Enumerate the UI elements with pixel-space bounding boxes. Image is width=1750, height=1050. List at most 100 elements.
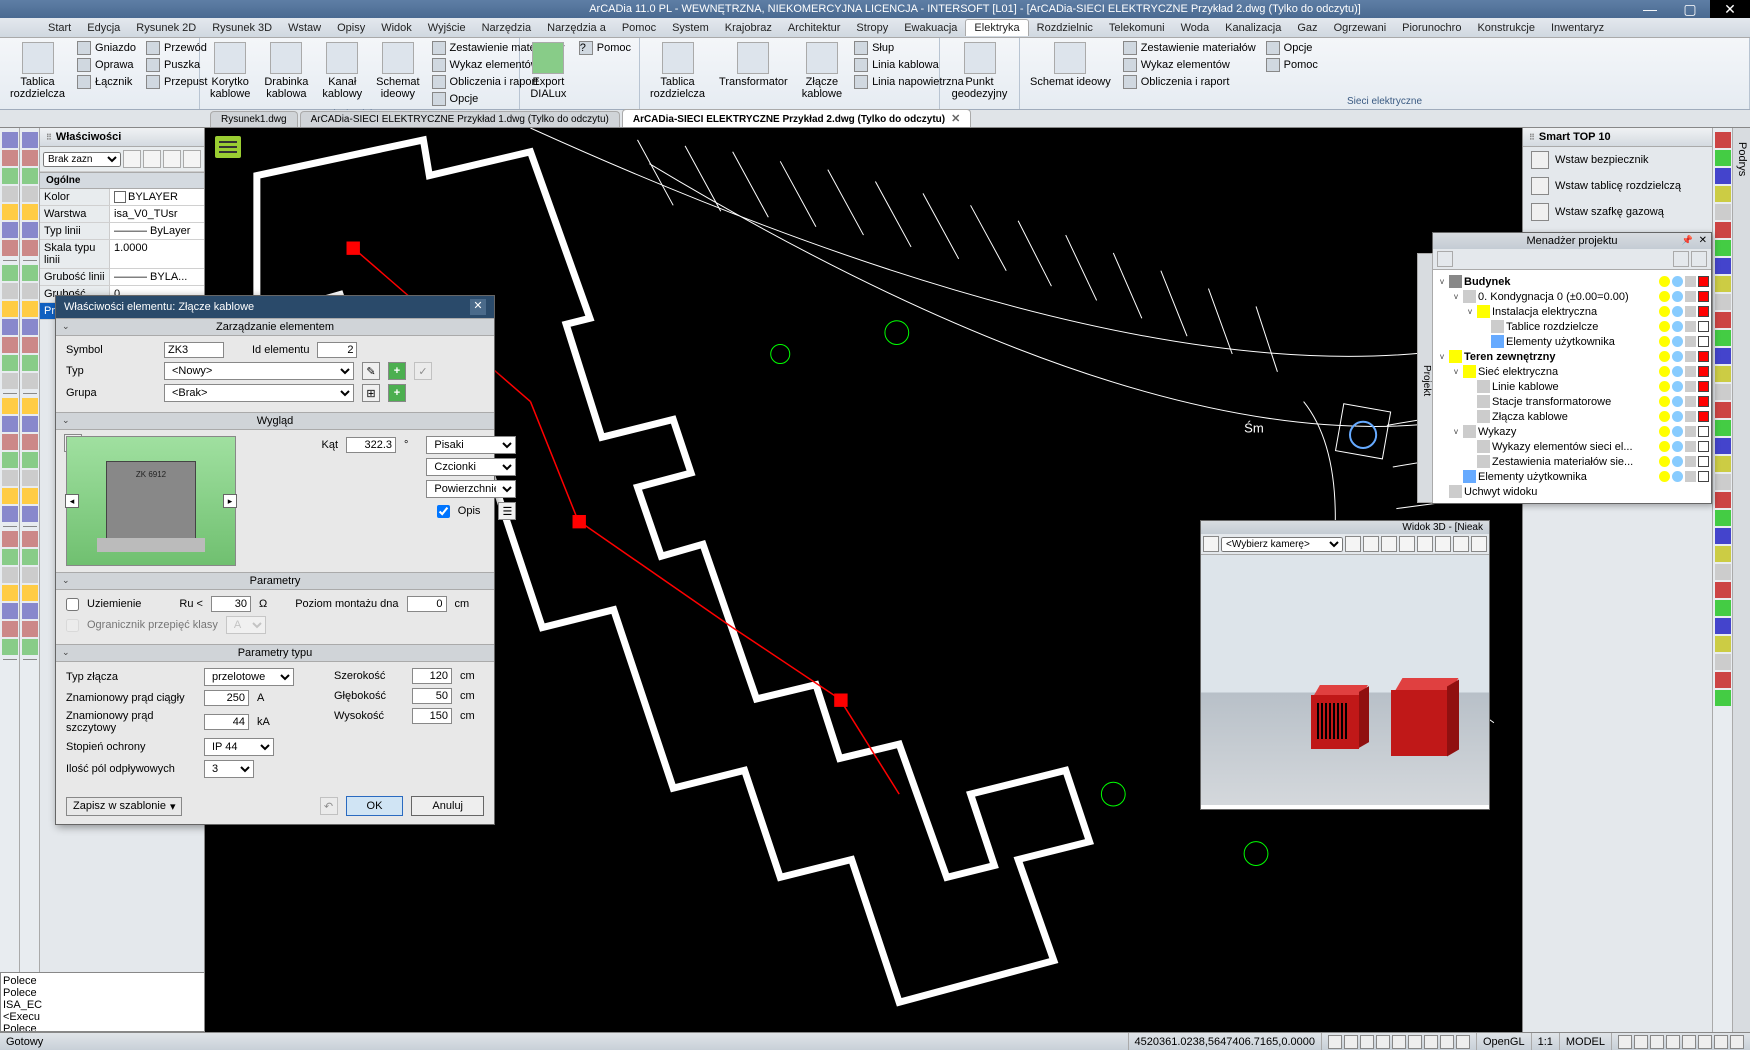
pisaki-select[interactable]: Pisaki	[426, 436, 516, 454]
lt2-tool-27[interactable]	[22, 639, 38, 655]
lt2-tool-4[interactable]	[22, 204, 38, 220]
rb-trafo[interactable]: Transformator	[715, 40, 792, 90]
pm-t3[interactable]	[1691, 251, 1707, 267]
grupa-add-icon[interactable]: +	[388, 384, 406, 402]
lt2-tool-15[interactable]	[22, 416, 38, 432]
rb-pomoc1[interactable]: ?Pomoc	[577, 40, 633, 56]
lt2-tool-2[interactable]	[22, 168, 38, 184]
s-i6[interactable]	[1408, 1035, 1422, 1049]
close-button[interactable]: ✕	[1710, 0, 1750, 18]
rb-schemat1[interactable]: Schemat ideowy	[372, 40, 423, 102]
rt-tool-15[interactable]	[1715, 402, 1731, 418]
rb-schemat2[interactable]: Schemat ideowy	[1026, 40, 1115, 90]
rt-tool-21[interactable]	[1715, 510, 1731, 526]
pm-t1[interactable]	[1437, 251, 1453, 267]
menu-krajobraz[interactable]: Krajobraz	[717, 20, 780, 36]
s-i9[interactable]	[1456, 1035, 1470, 1049]
menu-pomoc[interactable]: Pomoc	[614, 20, 664, 36]
pm-tree-item[interactable]: vBudynek	[1435, 274, 1709, 289]
lt1-tool-25[interactable]	[2, 603, 18, 619]
menu-rozdzielnic[interactable]: Rozdzielnic	[1029, 20, 1101, 36]
pm-tree-item[interactable]: Wykazy elementów sieci el...	[1435, 439, 1709, 454]
cancel-button[interactable]: Anuluj	[411, 796, 484, 816]
lt2-tool-8[interactable]	[22, 283, 38, 299]
pm-tree-item[interactable]: vWykazy	[1435, 424, 1709, 439]
menu-narzędzia a[interactable]: Narzędzia a	[539, 20, 614, 36]
rt-tool-5[interactable]	[1715, 222, 1731, 238]
s-i5[interactable]	[1392, 1035, 1406, 1049]
lt1-tool-16[interactable]	[2, 434, 18, 450]
rg1a-2[interactable]: Łącznik	[75, 74, 138, 90]
rt-tool-2[interactable]	[1715, 168, 1731, 184]
lt1-tool-1[interactable]	[2, 150, 18, 166]
rt-tool-19[interactable]	[1715, 474, 1731, 490]
rb-zlacze[interactable]: Złącze kablowe	[798, 40, 846, 102]
czcionki-select[interactable]: Czcionki	[426, 458, 516, 476]
v3d-i9[interactable]	[1471, 536, 1487, 552]
rt-tool-10[interactable]	[1715, 312, 1731, 328]
rb-tablica2[interactable]: Tablica rozdzielcza	[646, 40, 709, 102]
lt2-tool-25[interactable]	[22, 603, 38, 619]
rt-tool-7[interactable]	[1715, 258, 1731, 274]
rb-tablica[interactable]: Tablica rozdzielcza	[6, 40, 69, 102]
lt2-tool-21[interactable]	[22, 531, 38, 547]
revert-icon[interactable]: ↶	[320, 797, 338, 815]
prop-filter[interactable]: Brak zazn	[43, 152, 121, 167]
pm-tree-item[interactable]: Złącza kablowe	[1435, 409, 1709, 424]
lt2-tool-26[interactable]	[22, 621, 38, 637]
opis-cfg-icon[interactable]: ☰	[498, 502, 516, 520]
rt-tool-9[interactable]	[1715, 294, 1731, 310]
rg7b-0[interactable]: Opcje	[1264, 40, 1320, 56]
lt2-tool-0[interactable]	[22, 132, 38, 148]
s-i7[interactable]	[1424, 1035, 1438, 1049]
zpc-input[interactable]	[204, 690, 249, 706]
id-input[interactable]	[317, 342, 357, 358]
lt2-tool-16[interactable]	[22, 434, 38, 450]
prop-t3[interactable]	[163, 150, 181, 168]
menu-ogrzewani[interactable]: Ogrzewani	[1326, 20, 1395, 36]
typ-edit-icon[interactable]: ✎	[362, 362, 380, 380]
dialog-close-icon[interactable]: ✕	[470, 299, 486, 315]
rt-tool-17[interactable]	[1715, 438, 1731, 454]
prop-row[interactable]: Typ linii——— ByLayer	[40, 223, 204, 240]
doctab[interactable]: ArCADia-SIECI ELEKTRYCZNE Przykład 2.dwg…	[622, 109, 971, 127]
kat-input[interactable]	[346, 437, 396, 453]
ru-input[interactable]	[211, 596, 251, 612]
smart-item[interactable]: Wstaw bezpiecznik	[1523, 147, 1712, 173]
rt-tool-27[interactable]	[1715, 618, 1731, 634]
rg1a-1[interactable]: Oprawa	[75, 57, 138, 73]
menu-wstaw[interactable]: Wstaw	[280, 20, 329, 36]
rt-tool-14[interactable]	[1715, 384, 1731, 400]
prop-t4[interactable]	[183, 150, 201, 168]
v3d-i8[interactable]	[1453, 536, 1469, 552]
lt1-tool-20[interactable]	[2, 506, 18, 522]
symbol-input[interactable]	[164, 342, 224, 358]
rt-tool-26[interactable]	[1715, 600, 1731, 616]
preview-next-icon[interactable]: ▸	[223, 494, 237, 508]
s-e2[interactable]	[1634, 1035, 1648, 1049]
gleb-input[interactable]	[412, 688, 452, 704]
lt2-tool-1[interactable]	[22, 150, 38, 166]
lt2-tool-24[interactable]	[22, 585, 38, 601]
rt-tool-3[interactable]	[1715, 186, 1731, 202]
rg7a-2[interactable]: Obliczenia i raport	[1121, 74, 1258, 90]
prop-t1[interactable]	[123, 150, 141, 168]
menu-kanalizacja[interactable]: Kanalizacja	[1217, 20, 1289, 36]
lt1-tool-23[interactable]	[2, 567, 18, 583]
v3d-i6[interactable]	[1417, 536, 1433, 552]
v3d-i4[interactable]	[1381, 536, 1397, 552]
lt2-tool-3[interactable]	[22, 186, 38, 202]
s-e8[interactable]	[1730, 1035, 1744, 1049]
s-i4[interactable]	[1376, 1035, 1390, 1049]
s-i2[interactable]	[1344, 1035, 1358, 1049]
rb-export[interactable]: Export DIALux	[526, 40, 571, 102]
menu-gaz[interactable]: Gaz	[1289, 20, 1325, 36]
zps-input[interactable]	[204, 714, 249, 730]
canvas-menu-icon[interactable]	[215, 136, 241, 158]
lt1-tool-8[interactable]	[2, 283, 18, 299]
lt2-tool-13[interactable]	[22, 373, 38, 389]
menu-elektryka[interactable]: Elektryka	[965, 19, 1028, 36]
rt-tool-11[interactable]	[1715, 330, 1731, 346]
opis-check[interactable]	[437, 505, 450, 518]
lt1-tool-18[interactable]	[2, 470, 18, 486]
